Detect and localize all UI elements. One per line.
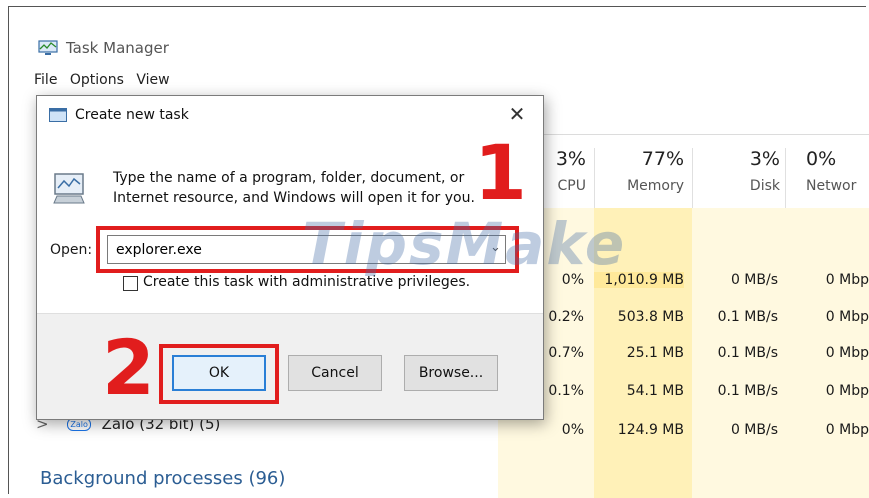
network-cell: 0 Mbp xyxy=(825,383,869,399)
table-row[interactable]: 0% 124.9 MB 0 MB/s 0 Mbp xyxy=(496,416,869,447)
open-label: Open: xyxy=(50,242,93,258)
dialog-title: Create new task xyxy=(75,107,189,123)
close-icon[interactable]: ✕ xyxy=(505,102,529,126)
table-row[interactable]: 0.1% 54.1 MB 0.1 MB/s 0 Mbp xyxy=(496,377,869,408)
admin-privileges-label[interactable]: Create this task with administrative pri… xyxy=(143,274,470,290)
cancel-button[interactable]: Cancel xyxy=(288,355,382,391)
network-percent: 0% xyxy=(806,148,837,170)
disk-cell: 0.1 MB/s xyxy=(717,309,778,325)
menu-view[interactable]: View xyxy=(136,72,169,88)
header-separator xyxy=(594,148,595,208)
header-separator xyxy=(785,148,786,208)
open-field-highlight xyxy=(96,226,519,273)
disk-column-header[interactable]: 3% Disk xyxy=(696,148,780,194)
cpu-cell: 0% xyxy=(561,422,584,438)
table-row[interactable]: 0% 1,010.9 MB 0 MB/s 0 Mbp xyxy=(496,266,869,297)
memory-cell: 503.8 MB xyxy=(617,309,684,325)
disk-cell: 0.1 MB/s xyxy=(717,345,778,361)
disk-cell: 0 MB/s xyxy=(730,422,778,438)
tab-divider xyxy=(496,134,869,135)
step-1-number: 1 xyxy=(474,128,527,217)
disk-cell: 0 MB/s xyxy=(730,272,778,288)
memory-percent: 77% xyxy=(641,148,684,170)
network-column-header[interactable]: 0% Networ xyxy=(806,148,869,194)
task-manager-icon xyxy=(38,40,58,55)
memory-cell: 124.9 MB xyxy=(617,422,684,438)
network-cell: 0 Mbp xyxy=(825,345,869,361)
memory-cell: 54.1 MB xyxy=(626,383,684,399)
menu-options[interactable]: Options xyxy=(70,72,124,88)
window-title: Task Manager xyxy=(66,39,169,57)
network-cell: 0 Mbp xyxy=(825,422,869,438)
disk-label: Disk xyxy=(749,178,780,194)
disk-cell: 0.1 MB/s xyxy=(717,383,778,399)
dialog-description: Type the name of a program, folder, docu… xyxy=(113,170,475,206)
memory-column-header[interactable]: 77% Memory xyxy=(598,148,684,194)
background-processes-heading: Background processes (96) xyxy=(40,468,286,489)
step-2-number: 2 xyxy=(102,323,155,412)
network-cell: 0 Mbp xyxy=(825,272,869,288)
run-program-icon xyxy=(53,173,85,204)
memory-cell: 1,010.9 MB xyxy=(594,272,684,288)
browse-button[interactable]: Browse... xyxy=(404,355,498,391)
table-row[interactable]: 0.2% 503.8 MB 0.1 MB/s 0 Mbp xyxy=(496,303,869,334)
run-dialog-title-icon xyxy=(49,108,67,122)
menu-bar: File Options View xyxy=(34,72,178,88)
ok-button-highlight xyxy=(159,344,279,404)
header-separator xyxy=(692,148,693,208)
memory-label: Memory xyxy=(627,178,684,194)
network-cell: 0 Mbp xyxy=(825,309,869,325)
memory-cell: 25.1 MB xyxy=(626,345,684,361)
network-label: Networ xyxy=(806,178,857,194)
admin-privileges-checkbox[interactable] xyxy=(123,276,138,291)
disk-percent: 3% xyxy=(749,148,780,170)
menu-file[interactable]: File xyxy=(34,72,57,88)
table-row[interactable]: 0.7% 25.1 MB 0.1 MB/s 0 Mbp xyxy=(496,339,869,370)
